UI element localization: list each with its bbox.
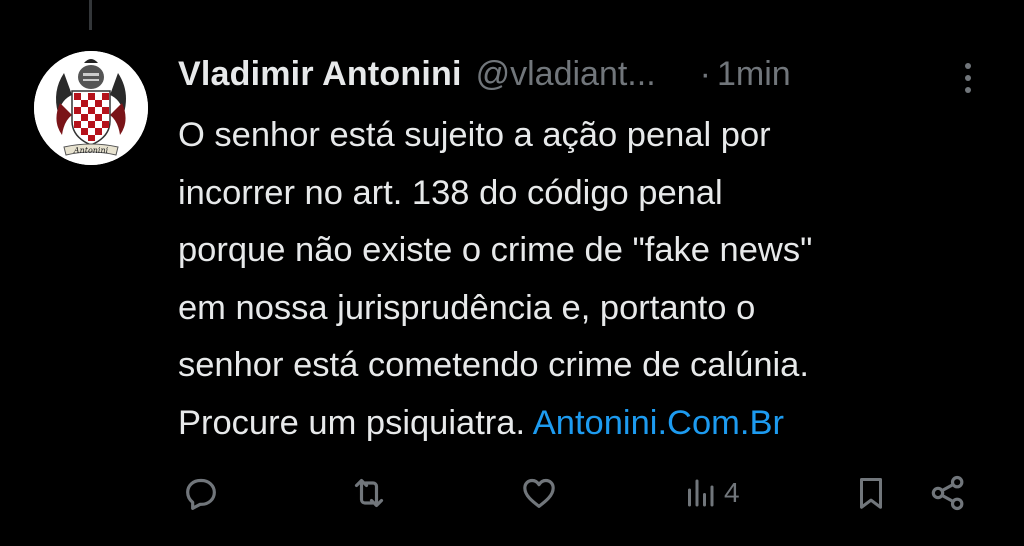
- views-button[interactable]: 4: [682, 468, 740, 518]
- share-icon: [931, 475, 964, 511]
- coat-of-arms-icon: Antonini: [34, 51, 148, 165]
- heart-icon: [523, 478, 555, 508]
- bookmark-button[interactable]: [852, 468, 890, 518]
- svg-text:Antonini: Antonini: [73, 146, 109, 155]
- tweet-text-line: porque não existe o crime de "fake news": [178, 231, 813, 269]
- tweet-text-line: O senhor está sujeito a ação penal por: [178, 116, 771, 154]
- tweet-header: Vladimir Antonini @vladiant... · 1min: [178, 50, 791, 98]
- share-button[interactable]: [928, 468, 968, 518]
- tweet-text-line: Procure um psiquiatra.: [178, 403, 533, 442]
- like-button[interactable]: [518, 468, 560, 518]
- tweet-text-line: incorrer no art. 138 do código penal: [178, 173, 723, 212]
- tweet-text: O senhor está sujeito a ação penal por i…: [178, 107, 1008, 452]
- tweet-link[interactable]: Antonini.Com.Br: [533, 404, 784, 442]
- thread-connector-line: [89, 0, 92, 30]
- avatar[interactable]: Antonini: [34, 51, 148, 165]
- author-name[interactable]: Vladimir Antonini: [178, 55, 462, 94]
- tweet-actions-bar: 4: [0, 468, 1024, 518]
- more-vertical-icon: [965, 63, 971, 93]
- bookmark-icon: [859, 478, 883, 509]
- views-count: 4: [724, 477, 740, 508]
- tweet-text-line: em nossa jurisprudência e, portanto o: [178, 288, 756, 327]
- separator-dot: ·: [699, 54, 711, 93]
- timestamp[interactable]: 1min: [717, 55, 791, 94]
- tweet-text-last-line: Procure um psiquiatra. Antonini.Com.Br: [178, 395, 1008, 453]
- more-options-button[interactable]: [953, 58, 983, 98]
- reply-icon: [186, 478, 216, 510]
- tweet-text-line: senhor está cometendo crime de calúnia.: [178, 346, 809, 384]
- retweet-button[interactable]: [349, 468, 389, 518]
- reply-button[interactable]: [181, 468, 221, 518]
- retweet-icon: [354, 478, 384, 508]
- views-chart-icon: [688, 479, 714, 507]
- author-handle[interactable]: @vladiant...: [476, 55, 656, 94]
